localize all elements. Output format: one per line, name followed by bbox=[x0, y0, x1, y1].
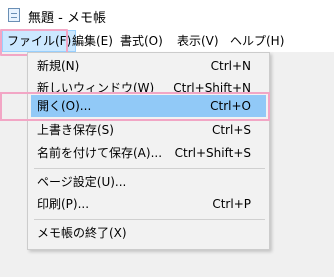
open-item-annotation bbox=[0, 92, 270, 121]
menu-item-label: 名前を付けて保存(A)... bbox=[37, 146, 163, 160]
menu-item-page-setup[interactable]: ページ設定(U)... bbox=[31, 171, 266, 193]
menu-separator bbox=[34, 168, 265, 169]
menu-item-label: 印刷(P)... bbox=[37, 197, 90, 211]
menu-item-label: メモ帳の終了(X) bbox=[37, 226, 127, 240]
menu-view[interactable]: 表示(V) bbox=[173, 30, 223, 52]
menu-item-label: 新規(N) bbox=[37, 59, 80, 73]
menu-item-save[interactable]: 上書き保存(S) Ctrl+S bbox=[31, 119, 266, 141]
menu-format[interactable]: 書式(O) bbox=[116, 30, 167, 52]
menu-item-shortcut: Ctrl+S bbox=[211, 123, 251, 137]
menu-item-shortcut: Ctrl+Shift+S bbox=[174, 146, 251, 160]
menu-edit[interactable]: 編集(E) bbox=[68, 30, 117, 52]
window-title: 無題 - メモ帳 bbox=[28, 11, 106, 26]
menu-help[interactable]: ヘルプ(H) bbox=[226, 30, 288, 52]
menu-item-label: 上書き保存(S) bbox=[37, 123, 114, 137]
menu-item-exit[interactable]: メモ帳の終了(X) bbox=[31, 222, 266, 244]
menu-item-new[interactable]: 新規(N) Ctrl+N bbox=[31, 55, 266, 77]
menu-item-shortcut: Ctrl+N bbox=[210, 59, 251, 73]
notepad-icon bbox=[8, 8, 20, 22]
menu-item-label: ページ設定(U)... bbox=[37, 175, 127, 189]
menu-separator bbox=[34, 219, 265, 220]
menu-item-shortcut: Ctrl+P bbox=[212, 197, 251, 211]
file-menu-dropdown: 新規(N) Ctrl+N 新しいウィンドウ(W) Ctrl+Shift+N 開く… bbox=[27, 52, 270, 250]
menu-item-print[interactable]: 印刷(P)... Ctrl+P bbox=[31, 193, 266, 215]
title-bar[interactable]: 無題 - メモ帳 bbox=[0, 0, 334, 30]
menu-item-save-as[interactable]: 名前を付けて保存(A)... Ctrl+Shift+S bbox=[31, 142, 266, 164]
